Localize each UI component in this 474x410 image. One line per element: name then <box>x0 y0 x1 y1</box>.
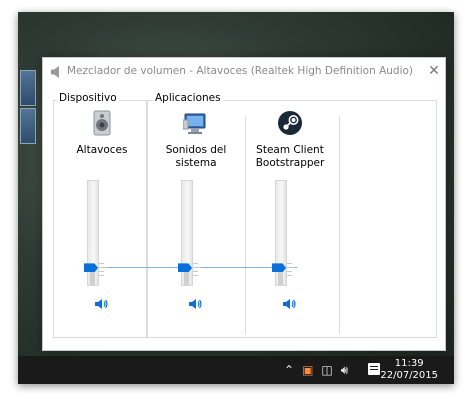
channel-name-line: Altavoces <box>76 144 128 156</box>
mute-speaker-icon[interactable] <box>189 298 203 310</box>
slider-tick <box>99 275 104 277</box>
steam-icon <box>278 111 302 135</box>
speaker-device-icon <box>93 110 111 136</box>
clock-time: 11:39 <box>394 358 424 369</box>
slider-tick <box>287 275 292 277</box>
channel-separator <box>339 116 340 334</box>
mute-speaker-icon[interactable] <box>95 298 109 310</box>
action-center-icon[interactable] <box>368 363 380 375</box>
channel-steam: Steam Client Bootstrapper <box>243 110 337 332</box>
applications-group-label: Aplicaciones <box>153 92 223 104</box>
taskbar-clock[interactable]: 11:39 22/07/2015 <box>380 358 438 382</box>
slider-tick <box>193 267 201 269</box>
channel-name: Altavoces <box>55 144 149 157</box>
slider-tick <box>287 267 295 269</box>
slider-tick <box>193 275 198 277</box>
title-bar[interactable]: Mezclador de volumen - Altavoces (Realte… <box>43 58 445 86</box>
system-sounds-icon <box>183 113 206 134</box>
slider-tick <box>287 271 292 273</box>
channel-name-line: Sonidos del <box>165 144 227 156</box>
slider-tick <box>99 271 104 273</box>
volume-tray-icon[interactable]: 🔊︎ <box>341 363 349 378</box>
slider-tick <box>193 263 198 265</box>
slider-tick <box>99 263 104 265</box>
tray-app-icon[interactable]: ▣ <box>302 363 313 377</box>
channel-name-line: Steam Client <box>256 144 324 156</box>
channel-name-line: sistema <box>175 157 217 169</box>
slider-tick <box>99 267 107 269</box>
volume-mixer-window: Mezclador de volumen - Altavoces (Realte… <box>42 57 446 351</box>
window-title: Mezclador de volumen - Altavoces (Realte… <box>67 65 414 77</box>
system-tray: ⌃ ▣ ◫ 🔊︎ <box>280 356 352 384</box>
desktop-icon[interactable] <box>20 108 36 144</box>
network-icon[interactable]: ◫ <box>321 363 332 377</box>
slider-tick <box>193 271 198 273</box>
channel-altavoces: Altavoces <box>55 110 149 332</box>
device-group-label: Dispositivo <box>57 92 119 104</box>
close-button[interactable]: ✕ <box>423 58 445 84</box>
channel-name: Steam Client Bootstrapper <box>243 144 337 170</box>
channel-system-sounds: Sonidos del sistema <box>149 110 243 332</box>
mute-speaker-icon[interactable] <box>283 298 297 310</box>
clock-date: 22/07/2015 <box>380 370 438 381</box>
channel-name-line: Bootstrapper <box>255 157 325 169</box>
speaker-icon <box>51 66 59 78</box>
chevron-up-icon[interactable]: ⌃ <box>284 363 294 377</box>
channel-name: Sonidos del sistema <box>149 144 243 170</box>
taskbar: ⌃ ▣ ◫ 🔊︎ 11:39 22/07/2015 <box>18 356 454 384</box>
slider-tick <box>287 263 292 265</box>
desktop-icon[interactable] <box>20 70 36 106</box>
